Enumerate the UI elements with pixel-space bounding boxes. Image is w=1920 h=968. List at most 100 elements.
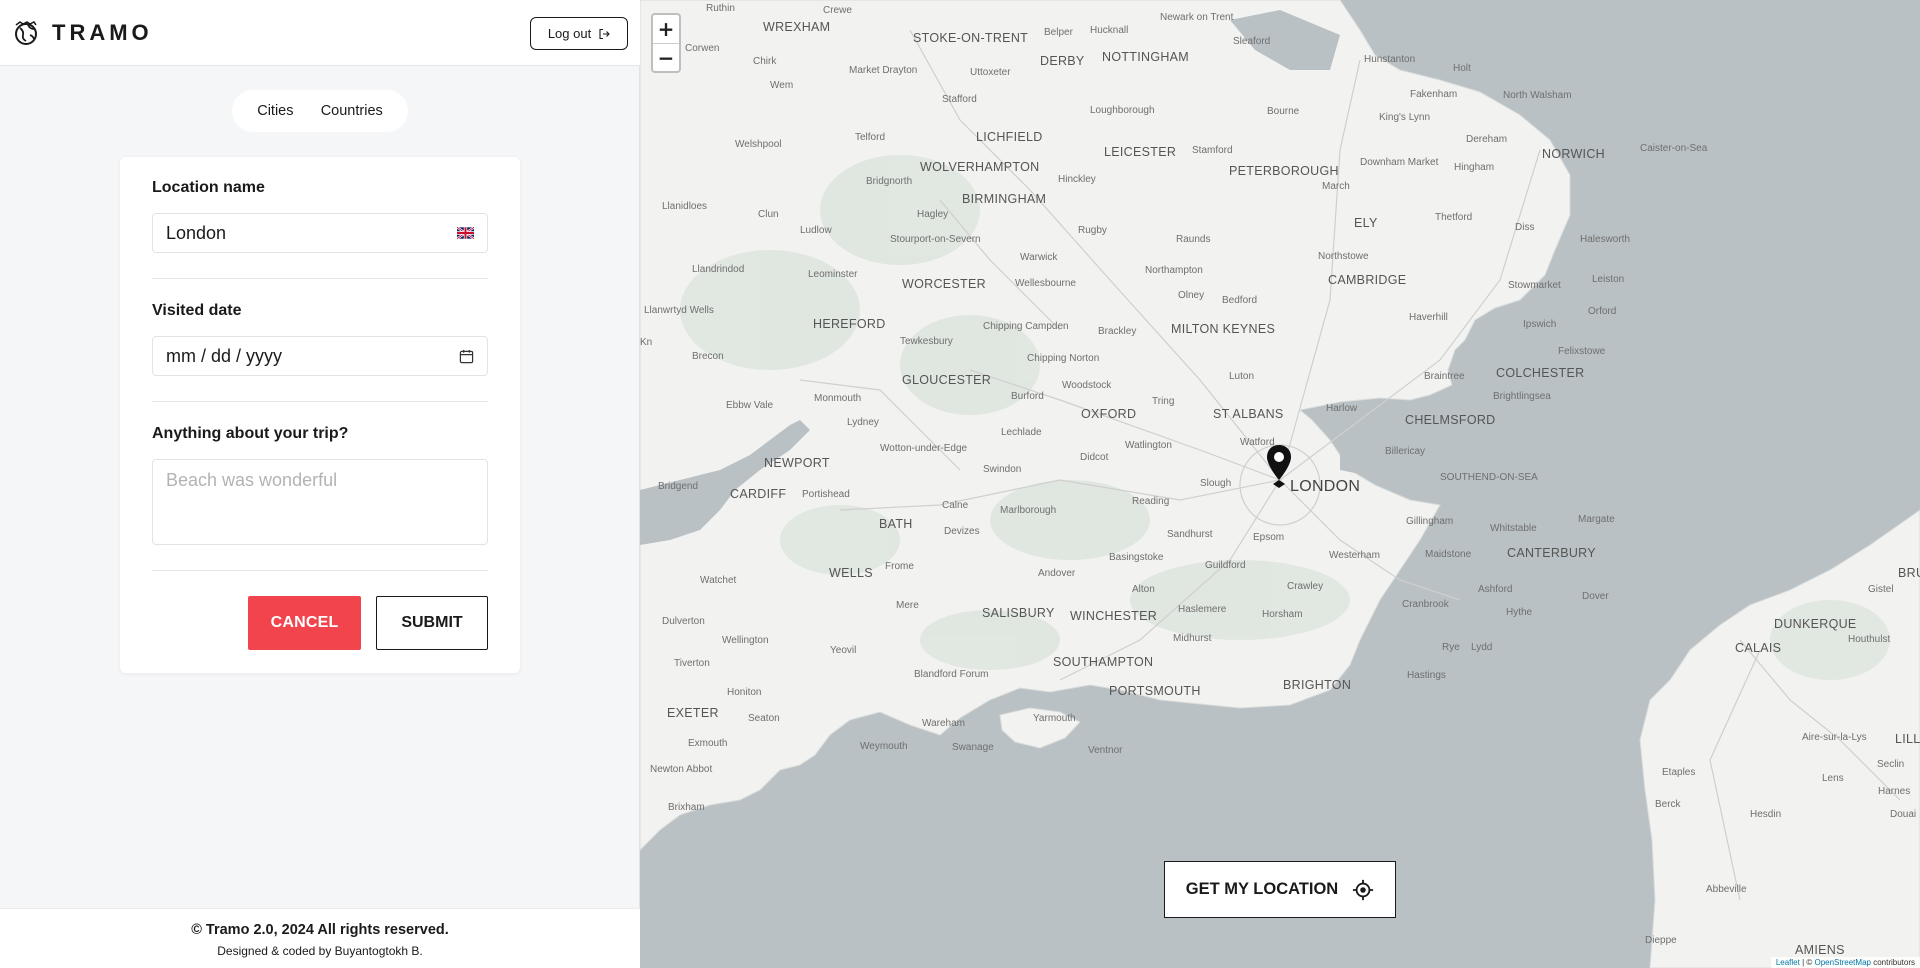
map-label: Ruthin xyxy=(706,3,735,14)
map-label: March xyxy=(1322,181,1350,192)
attribution-tail: contributors xyxy=(1870,958,1915,967)
tab-countries[interactable]: Countries xyxy=(319,99,385,123)
cities-countries-toggle: Cities Countries xyxy=(232,90,408,132)
date-placeholder: mm / dd / yyyy xyxy=(166,345,283,366)
map-label: HEREFORD xyxy=(813,317,886,331)
map-label: Chirk xyxy=(753,56,777,67)
map-label: Fakenham xyxy=(1410,89,1458,100)
map-label: Gistel xyxy=(1868,584,1894,595)
uk-flag-icon xyxy=(457,227,474,239)
map-label: Chipping Norton xyxy=(1027,353,1100,364)
map-label: CAMBRIDGE xyxy=(1328,273,1407,287)
map-label: Slough xyxy=(1200,478,1232,489)
location-name-label: Location name xyxy=(152,179,265,196)
map-label: Diss xyxy=(1515,222,1535,233)
zoom-out-button[interactable]: − xyxy=(653,43,679,71)
tab-cities[interactable]: Cities xyxy=(255,99,295,123)
logout-button[interactable]: Log out xyxy=(530,17,628,50)
map-label: Ebbw Vale xyxy=(726,400,774,411)
leaflet-link[interactable]: Leaflet xyxy=(1776,958,1800,967)
map-label: Dulverton xyxy=(662,616,705,627)
map-label: Hinckley xyxy=(1058,174,1096,185)
zoom-control: + − xyxy=(651,13,681,73)
map-label: Seclin xyxy=(1877,759,1905,770)
map-label: Woodstock xyxy=(1062,380,1112,391)
map-label: Newark on Trent xyxy=(1160,12,1234,23)
map-label: Brixham xyxy=(668,802,705,813)
map-label: Blandford Forum xyxy=(914,669,989,680)
submit-button[interactable]: SUBMIT xyxy=(376,596,488,650)
map-label: Olney xyxy=(1178,290,1205,301)
map-label: Bourne xyxy=(1267,106,1300,117)
map-label: Houthulst xyxy=(1848,634,1891,645)
map-label: Stafford xyxy=(942,94,977,105)
sidebar: TRAMO Log out Cities Countries Location … xyxy=(0,0,640,968)
map-label: Braintree xyxy=(1424,371,1465,382)
map-label: SOUTHEND-ON-SEA xyxy=(1440,472,1538,483)
map-label: Swanage xyxy=(952,742,994,753)
get-my-location-button[interactable]: GET MY LOCATION xyxy=(1164,861,1396,918)
map-label: Cranbrook xyxy=(1402,599,1449,610)
map-label: Brackley xyxy=(1098,326,1137,337)
map-label: Welshpool xyxy=(735,139,782,150)
map-label: Portishead xyxy=(802,489,850,500)
map-label: Seaton xyxy=(748,713,780,724)
logout-icon xyxy=(599,28,610,39)
crosshair-icon xyxy=(1353,879,1374,900)
map-label: BRU xyxy=(1898,566,1920,580)
osm-link[interactable]: OpenStreetMap xyxy=(1814,958,1870,967)
map-label: DERBY xyxy=(1040,54,1085,68)
map-label: WORCESTER xyxy=(902,277,986,291)
map-label: MILTON KEYNES xyxy=(1171,322,1276,336)
map-label: BIRMINGHAM xyxy=(962,192,1047,206)
map-label: Dover xyxy=(1582,591,1609,602)
zoom-in-button[interactable]: + xyxy=(653,15,679,43)
map-pin-icon[interactable] xyxy=(1266,444,1292,489)
map-label: Dieppe xyxy=(1645,935,1677,946)
map-label: Crewe xyxy=(823,5,852,16)
map-label: SALISBURY xyxy=(982,606,1055,620)
calendar-icon[interactable] xyxy=(459,349,474,364)
map-label: Loughborough xyxy=(1090,105,1155,116)
trip-notes-textarea[interactable]: Beach was wonderful xyxy=(152,459,488,545)
map-label: Gillingham xyxy=(1406,516,1454,527)
map-label: Hucknall xyxy=(1090,25,1129,36)
france-landmass xyxy=(1639,509,1920,968)
map-label: STOKE-ON-TRENT xyxy=(913,31,1029,45)
map-label: Whitstable xyxy=(1490,523,1537,534)
map-label: Telford xyxy=(855,132,886,143)
map-label: Aire-sur-la-Lys xyxy=(1802,732,1867,743)
map-label: Clun xyxy=(758,209,779,220)
map-label: Bridgend xyxy=(658,481,699,492)
map-label: ELY xyxy=(1354,216,1378,230)
map-label: Luton xyxy=(1229,371,1255,382)
map-label: Hastings xyxy=(1407,670,1446,681)
map-label: Sandhurst xyxy=(1167,529,1213,540)
credit-text: Designed & coded by Buyantogtokh B. xyxy=(217,944,423,958)
map-label: PETERBOROUGH xyxy=(1229,164,1339,178)
divider xyxy=(152,570,488,571)
map-label: King's Lynn xyxy=(1379,112,1431,123)
map-label: Uttoxeter xyxy=(970,67,1011,78)
map-label: Midhurst xyxy=(1173,633,1212,644)
copyright-text: © Tramo 2.0, 2024 All rights reserved. xyxy=(191,922,449,938)
map-label: Haverhill xyxy=(1409,312,1448,323)
map-label: Horsham xyxy=(1262,609,1303,620)
visited-date-input[interactable]: mm / dd / yyyy xyxy=(152,336,488,376)
map-label: Holt xyxy=(1453,63,1471,74)
location-name-input[interactable]: London xyxy=(152,213,488,253)
top-bar: TRAMO Log out xyxy=(0,0,640,66)
notes-placeholder: Beach was wonderful xyxy=(166,470,338,490)
visited-date-label: Visited date xyxy=(152,302,242,319)
map-label: Orford xyxy=(1588,306,1617,317)
map-label: Raunds xyxy=(1176,234,1211,245)
logo[interactable]: TRAMO xyxy=(12,19,153,47)
map-label: Tring xyxy=(1152,396,1175,407)
cancel-button[interactable]: CANCEL xyxy=(248,596,361,650)
map-label: WINCHESTER xyxy=(1070,609,1158,623)
map-label: Guildford xyxy=(1205,560,1246,571)
map-label: NEWPORT xyxy=(764,456,830,470)
map-view[interactable]: Ruthin Crewe WREXHAM STOKE-ON-TRENT Belp… xyxy=(640,0,1920,968)
logout-label: Log out xyxy=(547,26,592,41)
map-label: Basingstoke xyxy=(1109,552,1164,563)
